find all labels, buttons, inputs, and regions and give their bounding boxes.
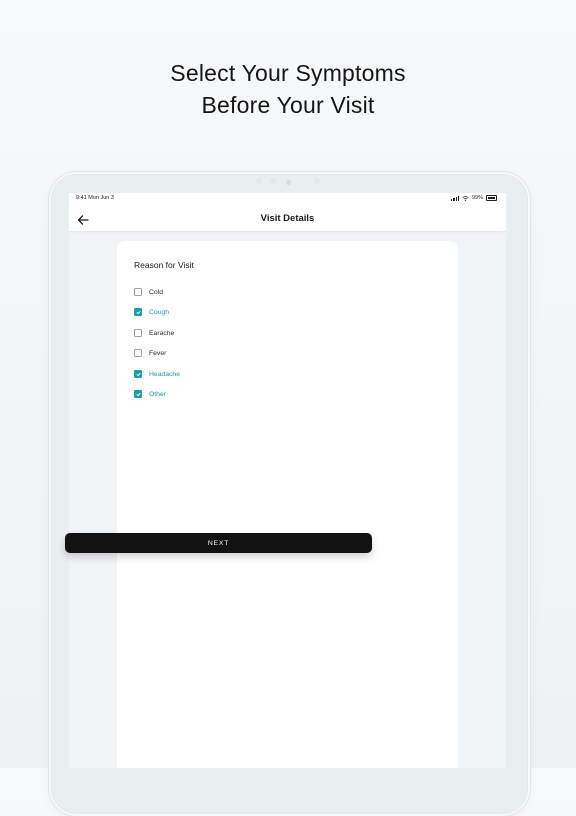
option-cold[interactable]: Cold	[134, 286, 163, 298]
camera-icon	[286, 180, 291, 185]
checkbox[interactable]	[134, 329, 142, 337]
checkbox[interactable]	[134, 390, 142, 398]
section-title: Reason for Visit	[134, 260, 194, 270]
checkbox[interactable]	[134, 308, 142, 316]
status-indicators: 99%	[451, 195, 497, 201]
reason-card: Reason for Visit Cold Cough Earache Feve…	[117, 241, 458, 768]
battery-percent: 99%	[471, 195, 483, 201]
signal-icon	[451, 196, 459, 201]
battery-icon	[486, 195, 497, 201]
wifi-icon	[462, 195, 469, 201]
app-screen: 9:41 Mon Jun 3 99% Visit Details Reason …	[69, 193, 506, 768]
option-label: Fever	[149, 349, 167, 357]
checkmark-icon	[136, 310, 141, 314]
sensor-dot	[314, 178, 320, 184]
next-button[interactable]: NEXT	[65, 533, 372, 553]
option-label: Headache	[149, 370, 180, 378]
sensor-dot	[256, 178, 262, 184]
checkmark-icon	[136, 392, 141, 396]
option-cough[interactable]: Cough	[134, 306, 169, 318]
sensor-dot	[270, 178, 276, 184]
checkbox[interactable]	[134, 288, 142, 296]
option-earache[interactable]: Earache	[134, 327, 174, 339]
nav-bar: Visit Details	[69, 207, 506, 231]
option-label: Earache	[149, 329, 175, 337]
checkbox[interactable]	[134, 349, 142, 357]
status-time: 9:41 Mon Jun 3	[76, 195, 114, 201]
option-fever[interactable]: Fever	[134, 347, 166, 359]
checkbox[interactable]	[134, 370, 142, 378]
headline-line-2: Before Your Visit	[201, 92, 375, 118]
option-other[interactable]: Other	[134, 388, 166, 400]
page-title: Visit Details	[260, 213, 315, 224]
headline-line-1: Select Your Symptoms	[170, 60, 406, 86]
option-label: Cold	[149, 288, 163, 296]
option-headache[interactable]: Headache	[134, 368, 180, 380]
option-label: Cough	[149, 308, 170, 316]
option-label: Other	[149, 390, 166, 398]
checkmark-icon	[136, 372, 141, 376]
status-bar: 9:41 Mon Jun 3 99%	[69, 193, 506, 207]
